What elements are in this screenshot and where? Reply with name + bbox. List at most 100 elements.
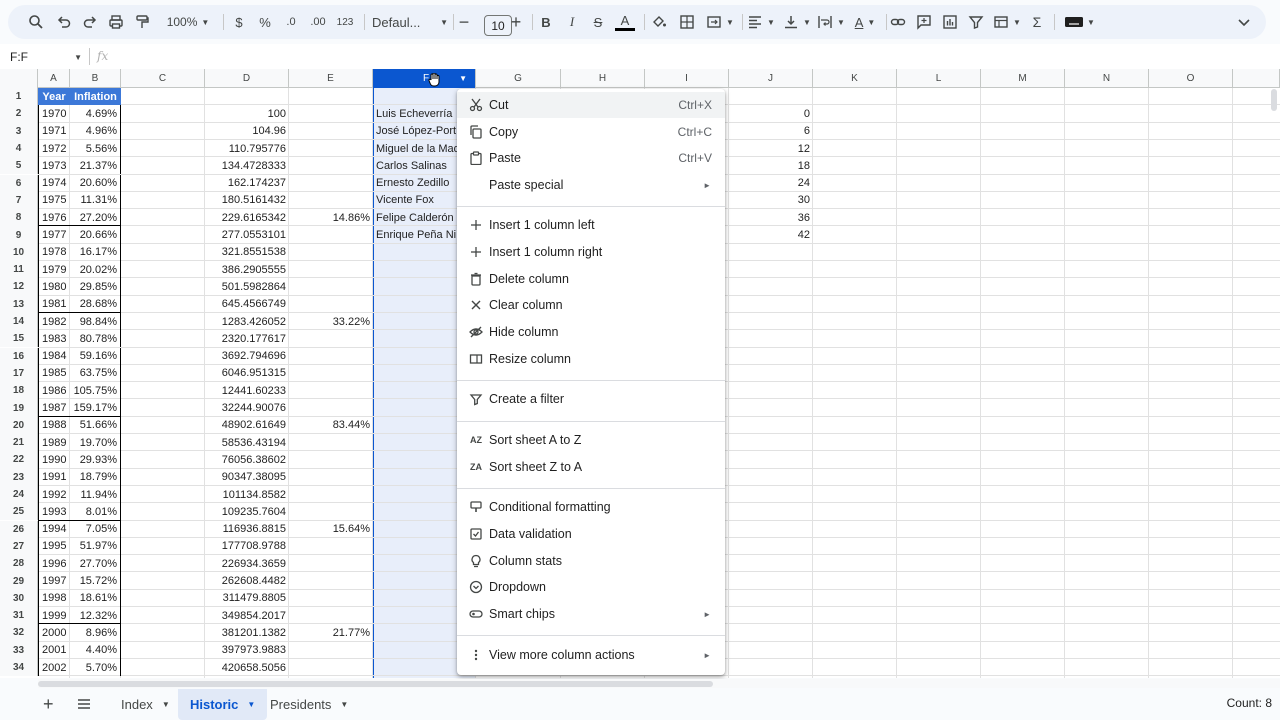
inflation-cell[interactable]: 51.66% [70,416,121,434]
offset-value-cell[interactable]: 42 [729,226,813,243]
strikethrough-button[interactable]: S [590,5,606,39]
inflation-cell[interactable]: 27.20% [70,209,121,227]
menu-item-paste[interactable]: Paste Ctrl+V [457,145,725,171]
year-cell[interactable]: 1981 [38,295,70,313]
search-menus-button[interactable] [26,5,46,39]
bold-button[interactable]: B [538,5,554,39]
year-cell[interactable]: 1989 [38,434,70,452]
column-header-g[interactable]: G [476,69,561,88]
inflation-cell[interactable]: 80.78% [70,330,121,348]
year-cell[interactable]: 1979 [38,261,70,279]
horizontal-scrollbar[interactable] [38,679,1280,688]
year-cell[interactable]: 1970 [38,105,70,123]
year-cell[interactable]: 1976 [38,209,70,227]
row-header[interactable]: 32 [0,624,38,642]
menu-item-dropdown[interactable]: Dropdown [457,574,725,600]
index-value-cell[interactable]: 381201.1382 [205,624,289,641]
inflation-cell[interactable]: 5.56% [70,139,121,158]
inflation-cell[interactable]: 59.16% [70,347,121,365]
inflation-cell[interactable]: 18.61% [70,589,121,607]
year-cell[interactable]: 1988 [38,416,70,434]
inflation-cell[interactable]: 18.79% [70,468,121,486]
column-header-m[interactable]: M [981,69,1065,88]
selection-count[interactable]: Count: 8 [1227,696,1272,710]
row-header[interactable]: 20 [0,416,38,434]
index-value-cell[interactable]: 2320.177617 [205,330,289,347]
row-header[interactable]: 23 [0,468,38,486]
menu-item-insert-column-left[interactable]: Insert 1 column left [457,212,725,238]
inflation-cell[interactable]: 20.66% [70,226,121,244]
select-all-corner[interactable] [0,69,38,88]
menu-item-cut[interactable]: Cut Ctrl+X [457,92,725,118]
inflation-cell[interactable]: 98.84% [70,312,121,331]
index-value-cell[interactable]: 6046.951315 [205,365,289,382]
inflation-cell[interactable]: 7.05% [70,520,121,538]
paint-format-button[interactable] [132,5,152,39]
inflation-cell[interactable]: 21.37% [70,157,121,175]
row-header[interactable]: 33 [0,641,38,659]
inflation-cell[interactable]: 4.69% [70,105,121,123]
inflation-cell[interactable]: 15.72% [70,572,121,590]
header-cell-inflation[interactable]: Inflation [70,88,121,106]
column-header-i[interactable]: I [645,69,729,88]
index-value-cell[interactable]: 104.96 [205,123,289,140]
index-value-cell[interactable]: 420658.5056 [205,659,289,676]
year-cell[interactable]: 1991 [38,468,70,486]
row-header[interactable]: 34 [0,658,38,677]
inflation-cell[interactable]: 4.96% [70,122,121,140]
row-header[interactable]: 27 [0,537,38,556]
print-button[interactable] [106,5,126,39]
row-header[interactable]: 24 [0,485,38,504]
header-cell-year[interactable]: Year [38,88,70,106]
year-cell[interactable]: 2002 [38,658,70,677]
inflation-cell[interactable]: 63.75% [70,364,121,383]
merge-cells-button[interactable]: ▼ [704,5,736,39]
sheet-tab-index[interactable]: Index ▼ [109,689,182,720]
insert-comment-button[interactable] [914,5,934,39]
all-sheets-button[interactable] [76,688,92,720]
year-cell[interactable]: 1998 [38,589,70,607]
year-cell[interactable]: 1983 [38,330,70,348]
year-cell[interactable]: 1985 [38,364,70,383]
row-header[interactable]: 7 [0,191,38,210]
year-cell[interactable]: 1982 [38,312,70,331]
row-header[interactable]: 2 [0,105,38,123]
increase-decimal-button[interactable]: .00 [306,5,330,39]
index-value-cell[interactable]: 262608.4482 [205,572,289,589]
row-header[interactable]: 9 [0,226,38,244]
inflation-cell[interactable]: 29.93% [70,451,121,469]
index-value-cell[interactable]: 101134.8582 [205,486,289,503]
more-formats-button[interactable]: 123 [334,5,356,39]
index-value-cell[interactable]: 226934.3659 [205,555,289,572]
index-value-cell[interactable]: 501.5982864 [205,278,289,295]
inflation-cell[interactable]: 159.17% [70,399,121,417]
index-value-cell[interactable]: 110.795776 [205,140,289,157]
index-value-cell[interactable]: 177708.9788 [205,538,289,555]
inflation-cell[interactable]: 28.68% [70,295,121,313]
row-header[interactable]: 16 [0,347,38,365]
year-cell[interactable]: 1987 [38,399,70,417]
row-header[interactable]: 4 [0,139,38,158]
create-filter-button[interactable] [966,5,986,39]
period-inflation-cell[interactable]: 83.44% [289,417,373,434]
inflation-cell[interactable]: 20.02% [70,261,121,279]
increase-font-size-button[interactable]: + [508,5,524,39]
undo-button[interactable] [54,5,74,39]
collapse-toolbar-button[interactable] [1234,5,1254,39]
index-value-cell[interactable]: 311479.8805 [205,590,289,607]
index-value-cell[interactable]: 162.174237 [205,175,289,192]
menu-item-delete-column[interactable]: Delete column [457,266,725,292]
name-box[interactable]: F:F ▼ [10,49,82,65]
percent-format-button[interactable]: % [256,5,274,39]
index-value-cell[interactable]: 100 [205,105,289,122]
row-header[interactable]: 31 [0,607,38,625]
column-header-partial[interactable] [1233,69,1280,88]
year-cell[interactable]: 1980 [38,278,70,296]
index-value-cell[interactable]: 90347.38095 [205,469,289,486]
year-cell[interactable]: 1975 [38,191,70,210]
row-header[interactable]: 29 [0,572,38,590]
index-value-cell[interactable]: 386.2905555 [205,261,289,278]
row-header[interactable]: 28 [0,555,38,573]
index-value-cell[interactable]: 321.8551538 [205,244,289,261]
column-menu-dropdown-icon[interactable]: ▼ [459,74,467,83]
